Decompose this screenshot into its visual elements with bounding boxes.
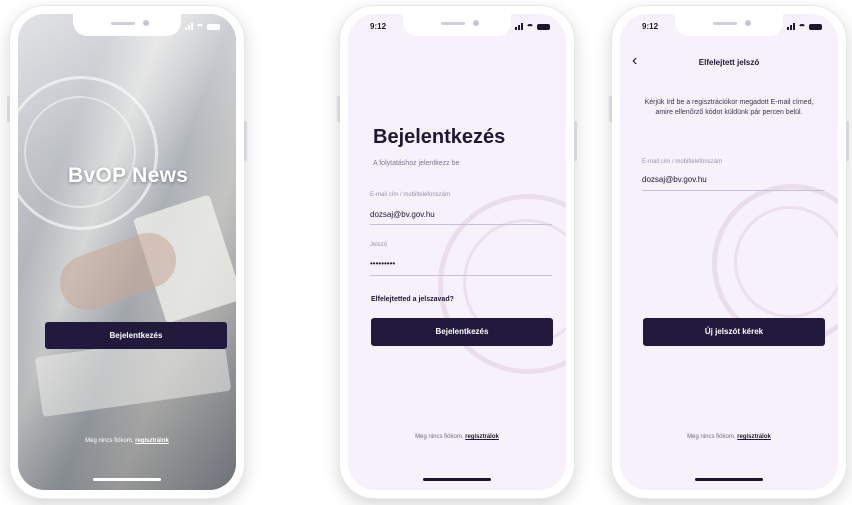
volume-button bbox=[609, 96, 612, 122]
password-label: Jelszó bbox=[370, 242, 388, 248]
battery-icon bbox=[207, 23, 220, 30]
page-title: Bejelentkezés bbox=[373, 126, 506, 148]
notch bbox=[403, 14, 511, 36]
page-title: Elfelejtett jelszó bbox=[698, 58, 760, 67]
home-indicator bbox=[423, 478, 491, 481]
power-button bbox=[244, 121, 247, 161]
email-field[interactable]: dozsaj@bv.gov.hu bbox=[642, 175, 707, 184]
signal-icon bbox=[515, 23, 523, 30]
home-indicator bbox=[695, 478, 763, 481]
watermark-emblem-inner bbox=[734, 206, 838, 318]
email-underline bbox=[370, 224, 552, 225]
signal-icon bbox=[787, 23, 795, 30]
volume-button bbox=[337, 96, 340, 122]
phone-forgot-password: 9:12 ‹ Elfelejtett jelszó Kérjük írd be … bbox=[609, 6, 849, 498]
register-prompt: Még nincs fiókom, bbox=[687, 434, 736, 440]
wifi-icon bbox=[798, 23, 806, 30]
volume-button bbox=[7, 96, 10, 122]
password-underline bbox=[370, 275, 552, 276]
login-button[interactable]: Bejelentkezés bbox=[45, 322, 227, 349]
battery-icon bbox=[537, 23, 550, 30]
register-prompt: Még nincs fiókom, bbox=[415, 434, 464, 440]
brand-title: BvOP News bbox=[68, 164, 189, 187]
password-field[interactable]: ••••••••• bbox=[370, 259, 395, 268]
status-time: 9:12 bbox=[642, 22, 659, 31]
login-submit-button[interactable]: Bejelentkezés bbox=[371, 318, 553, 346]
seal-emblem-inner bbox=[24, 96, 136, 208]
phone-splash: BvOP News Bejelentkezés Még nincs fiókom… bbox=[7, 6, 247, 498]
forgot-password-link[interactable]: Elfelejtetted a jelszavad? bbox=[371, 296, 454, 303]
email-underline bbox=[642, 190, 824, 191]
login-screen: 9:12 Bejelentkezés A folytatáshoz jelent… bbox=[348, 14, 566, 490]
battery-icon bbox=[809, 23, 822, 30]
wifi-icon bbox=[526, 23, 534, 30]
register-row: Még nincs fiókom, regisztrálok bbox=[18, 438, 236, 444]
page-subtitle: A folytatáshoz jelentkezz be bbox=[373, 160, 460, 167]
email-label: E-mail cím / mobiltelefonszám bbox=[642, 159, 723, 165]
notch bbox=[675, 14, 783, 36]
home-indicator bbox=[93, 478, 161, 481]
wifi-icon bbox=[196, 23, 204, 30]
register-prompt: Még nincs fiókom, bbox=[85, 438, 134, 444]
request-password-button[interactable]: Új jelszót kérek bbox=[643, 318, 825, 346]
power-button bbox=[846, 121, 849, 161]
status-time: 9:12 bbox=[370, 22, 387, 31]
instructions-text: Kérjük írd be a regisztrációkor megadott… bbox=[644, 99, 814, 116]
email-field[interactable]: dozsaj@bv.gov.hu bbox=[370, 210, 435, 219]
phone-login: 9:12 Bejelentkezés A folytatáshoz jelent… bbox=[337, 6, 577, 498]
notch bbox=[73, 14, 181, 36]
splash-screen: BvOP News Bejelentkezés Még nincs fiókom… bbox=[18, 14, 236, 490]
register-row: Még nincs fiókom, regisztrálok bbox=[348, 434, 566, 440]
forgot-password-screen: 9:12 ‹ Elfelejtett jelszó Kérjük írd be … bbox=[620, 14, 838, 490]
signal-icon bbox=[185, 23, 193, 30]
register-link[interactable]: regisztrálok bbox=[465, 434, 499, 440]
register-link[interactable]: regisztrálok bbox=[135, 438, 169, 444]
power-button bbox=[574, 121, 577, 161]
register-row: Még nincs fiókom, regisztrálok bbox=[620, 434, 838, 440]
register-link[interactable]: regisztrálok bbox=[737, 434, 771, 440]
email-label: E-mail cím / mobiltelefonszám bbox=[370, 192, 451, 198]
